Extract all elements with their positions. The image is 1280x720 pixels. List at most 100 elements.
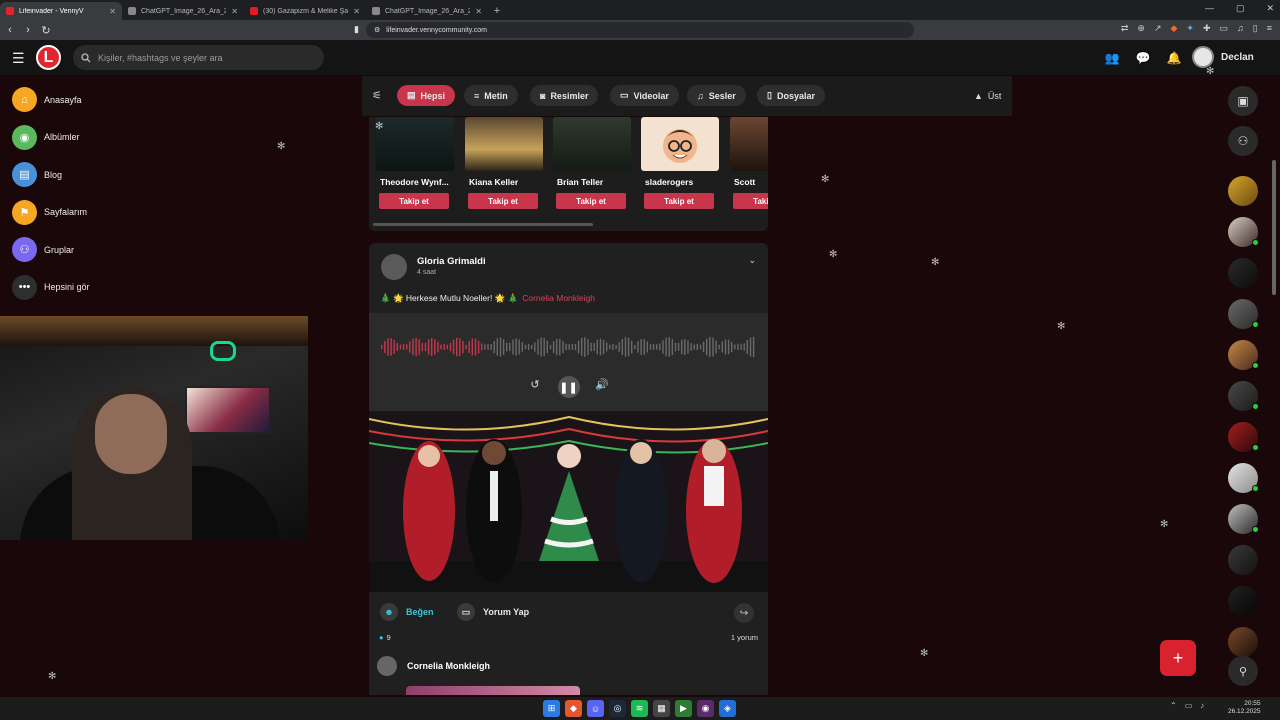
translate-icon[interactable]: ⇄ <box>1121 23 1129 34</box>
follow-button[interactable]: Takip et <box>733 193 768 209</box>
post-author-name[interactable]: Gloria Grimaldi <box>417 256 486 267</box>
puzzle-icon[interactable]: ✚ <box>1203 23 1211 34</box>
comment-author-name[interactable]: Cornelia Monkleigh <box>407 661 490 671</box>
scroll-top-button[interactable]: ▲ Üst <box>974 91 1001 101</box>
bookmark-icon[interactable]: ▮ <box>354 24 359 35</box>
extension-icon[interactable]: ✦ <box>1186 23 1194 34</box>
obs-icon[interactable]: ◉ <box>697 700 714 717</box>
comment-image[interactable] <box>406 686 580 695</box>
hamburger-menu-icon[interactable]: ☰ <box>12 50 25 67</box>
sidebar-item-home[interactable]: ⌂ Anasayfa <box>12 87 162 112</box>
suggestions-scrollbar[interactable] <box>373 223 593 226</box>
follow-button[interactable]: Takip et <box>379 193 449 209</box>
contact-avatar[interactable] <box>1228 422 1259 452</box>
filter-text[interactable]: ≡ Metin <box>464 85 518 106</box>
forward-icon[interactable]: › <box>20 22 36 38</box>
contact-avatar[interactable] <box>1228 627 1258 657</box>
suggestion-photo[interactable] <box>465 117 543 171</box>
brave-icon[interactable]: ◆ <box>565 700 582 717</box>
sidebar-item-groups[interactable]: ⚇ Gruplar <box>12 237 162 262</box>
post-author-avatar[interactable] <box>381 254 407 280</box>
chevron-up-icon[interactable]: ⌃ <box>1170 701 1177 710</box>
filter-audio[interactable]: ♫ Sesler <box>687 85 746 106</box>
contact-avatar[interactable] <box>1228 258 1258 288</box>
friend-requests-icon[interactable]: 👥 <box>1103 49 1121 67</box>
rewind-icon[interactable]: ↺ <box>527 376 544 393</box>
suggestion-name[interactable]: Kiana Keller <box>465 177 543 187</box>
comment-button[interactable]: ▭ Yorum Yap <box>457 603 529 621</box>
contact-avatar[interactable] <box>1228 217 1259 247</box>
sidebar-item-albums[interactable]: ◉ Albümler <box>12 124 162 150</box>
filter-videos[interactable]: ▭ Videolar <box>610 85 679 106</box>
contact-avatar[interactable] <box>1228 463 1259 493</box>
contact-avatar[interactable] <box>1228 381 1259 411</box>
close-window-icon[interactable]: ✕ <box>1266 3 1274 14</box>
sidebar-toggle-icon[interactable]: ▯ <box>1253 23 1258 34</box>
contact-avatar[interactable] <box>1228 299 1259 329</box>
filter-all[interactable]: ▤ Hepsi <box>397 85 456 106</box>
windows-start-icon[interactable]: ⊞ <box>543 700 560 717</box>
suggestion-photo[interactable] <box>641 117 719 171</box>
volume-icon[interactable]: 🔊 <box>594 376 611 393</box>
audio-waveform[interactable] <box>381 331 756 363</box>
filter-images[interactable]: ◙ Resimler <box>530 85 599 106</box>
browser-tab[interactable]: Lifeinvader - VennyV ✕ <box>0 2 122 20</box>
close-tab-icon[interactable]: ✕ <box>109 7 116 16</box>
contact-avatar[interactable] <box>1228 545 1258 575</box>
contact-avatar[interactable] <box>1228 176 1258 206</box>
browser-tab[interactable]: ChatGPT_Image_26_Ara_2025_11_0.. ✕ <box>366 2 488 20</box>
music-icon[interactable]: ♫ <box>1237 23 1244 34</box>
search-box[interactable] <box>73 45 324 70</box>
page-scrollbar[interactable] <box>1272 160 1276 295</box>
reaction-count[interactable]: ● 9 <box>379 633 391 642</box>
wallet-icon[interactable]: ▭ <box>1220 23 1229 34</box>
post-image[interactable] <box>369 411 768 592</box>
steam-icon[interactable]: ◎ <box>609 700 626 717</box>
app-icon[interactable]: ◈ <box>719 700 736 717</box>
comment-author-avatar[interactable] <box>377 656 397 676</box>
sidebar-item-pages[interactable]: ⚑ Sayfalarım <box>12 199 162 225</box>
follow-button[interactable]: Takip et <box>644 193 714 209</box>
search-input[interactable] <box>98 52 298 63</box>
lifeinvader-logo[interactable]: L <box>36 45 61 70</box>
media-player-icon[interactable]: ▶ <box>675 700 692 717</box>
filter-files[interactable]: ▯ Dosyalar <box>757 85 825 106</box>
close-tab-icon[interactable]: ✕ <box>475 7 482 16</box>
network-icon[interactable]: ▭ <box>1185 701 1193 710</box>
brave-shield-icon[interactable]: ◆ <box>1171 23 1178 34</box>
address-bar[interactable]: ⚙ lifeinvader.vennycommunity.com <box>366 22 914 38</box>
contact-avatar[interactable] <box>1228 586 1258 616</box>
post-options-chevron-icon[interactable]: ⌄ <box>748 255 756 266</box>
chat-icon[interactable]: ▣ <box>1228 86 1258 116</box>
suggestion-photo[interactable] <box>376 117 454 171</box>
find-people-icon[interactable]: ⚲ <box>1228 656 1258 686</box>
spotify-icon[interactable]: ≋ <box>631 700 648 717</box>
create-post-button[interactable]: + <box>1160 640 1196 676</box>
follow-button[interactable]: Takip et <box>556 193 626 209</box>
sidebar-item-see-all[interactable]: ••• Hepsini gör <box>12 274 162 300</box>
share-icon[interactable]: ↪ <box>734 603 754 623</box>
suggestion-photo[interactable] <box>730 117 768 171</box>
suggestion-name[interactable]: sladerogers <box>641 177 719 187</box>
volume-icon[interactable]: ♪ <box>1200 701 1204 710</box>
contact-avatar[interactable] <box>1228 504 1259 534</box>
close-tab-icon[interactable]: ✕ <box>231 7 238 16</box>
filter-settings-icon[interactable]: ⚟ <box>372 89 382 102</box>
user-menu[interactable]: Declan <box>1192 46 1254 68</box>
close-tab-icon[interactable]: ✕ <box>353 7 360 16</box>
like-button[interactable]: ☻ Beğen <box>380 603 434 621</box>
back-icon[interactable]: ‹ <box>2 22 18 38</box>
contact-avatar[interactable] <box>1228 340 1259 370</box>
menu-icon[interactable]: ≡ <box>1267 23 1272 34</box>
sidebar-item-blog[interactable]: ▤ Blog <box>12 162 162 187</box>
zoom-icon[interactable]: ⊕ <box>1137 23 1145 34</box>
suggestion-name[interactable]: Scott <box>730 177 768 187</box>
follow-button[interactable]: Takip et <box>468 193 538 209</box>
share-page-icon[interactable]: ↗ <box>1154 23 1162 34</box>
pause-icon[interactable]: ❚❚ <box>557 376 580 398</box>
group-chat-icon[interactable]: ⚇ <box>1228 126 1258 156</box>
minimize-icon[interactable]: — <box>1205 3 1214 14</box>
comment-count[interactable]: 1 yorum <box>731 633 758 642</box>
reload-icon[interactable]: ↻ <box>38 22 54 38</box>
system-clock[interactable]: 20:55 26.12.2025 <box>1228 700 1261 716</box>
